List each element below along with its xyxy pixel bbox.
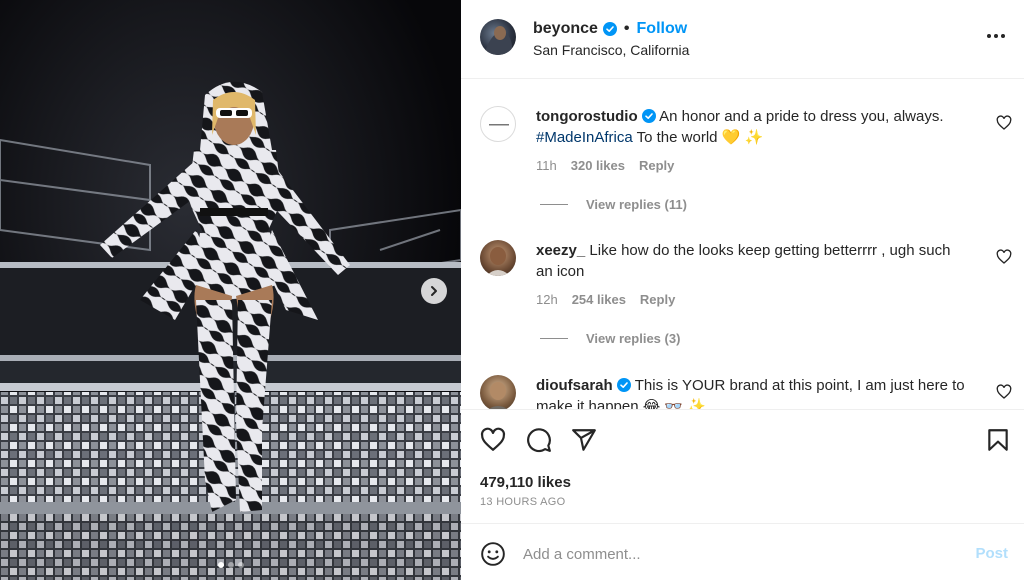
comment-like-heart-icon[interactable] bbox=[996, 249, 1012, 265]
post-comment-button[interactable]: Post bbox=[975, 545, 1008, 562]
author-row: beyonce • Follow bbox=[533, 20, 687, 38]
commenter-username[interactable]: tongorostudio bbox=[536, 108, 638, 125]
view-replies-button[interactable]: View replies (11) bbox=[540, 197, 687, 212]
view-replies-button[interactable]: View replies (3) bbox=[540, 331, 680, 346]
verified-badge-icon bbox=[602, 22, 617, 36]
comments-list[interactable]: tongorostudio An honor and a pride to dr… bbox=[461, 80, 1024, 409]
comment-text: An honor and a pride to dress you, alway… bbox=[659, 108, 944, 125]
post-photo bbox=[0, 0, 461, 580]
carousel-dot bbox=[227, 562, 234, 568]
comment-text-continued: To the world 💛 ✨ bbox=[636, 129, 764, 146]
brand-logo-icon bbox=[489, 124, 509, 126]
post-actions: 479,110 likes 13 HOURS AGO bbox=[461, 409, 1024, 523]
comment-time[interactable]: 12h bbox=[536, 292, 558, 307]
view-replies-label: View replies (11) bbox=[586, 197, 687, 212]
comment-input[interactable] bbox=[523, 540, 943, 568]
comment-meta: 12h 254 likes Reply bbox=[536, 292, 675, 307]
reply-button[interactable]: Reply bbox=[639, 158, 674, 173]
post-location[interactable]: San Francisco, California bbox=[533, 42, 689, 58]
author-username[interactable]: beyonce bbox=[533, 20, 598, 38]
emoji-icon[interactable] bbox=[480, 541, 506, 567]
hashtag-link[interactable]: #MadeInAfrica bbox=[536, 129, 633, 146]
comment-like-heart-icon[interactable] bbox=[996, 115, 1012, 131]
comment-meta: 11h 320 likes Reply bbox=[536, 158, 674, 173]
comment-body: dioufsarah This is YOUR brand at this po… bbox=[536, 375, 966, 409]
post-media[interactable] bbox=[0, 0, 461, 580]
commenter-avatar[interactable] bbox=[480, 240, 516, 276]
replies-divider-line bbox=[540, 204, 568, 205]
comment-likes[interactable]: 320 likes bbox=[571, 158, 625, 173]
comment-text: Like how do the looks keep getting bette… bbox=[536, 242, 951, 280]
comment-time[interactable]: 11h bbox=[536, 158, 557, 173]
more-horizontal-icon bbox=[987, 34, 1005, 38]
post-header: beyonce • Follow San Francisco, Californ… bbox=[461, 0, 1024, 79]
separator-dot: • bbox=[623, 20, 630, 37]
avatar-image bbox=[486, 247, 510, 276]
more-options-button[interactable] bbox=[986, 28, 1006, 39]
carousel-dot bbox=[237, 562, 244, 568]
comment-body: tongorostudio An honor and a pride to dr… bbox=[536, 106, 966, 148]
share-icon[interactable] bbox=[571, 427, 597, 453]
comment-icon[interactable] bbox=[526, 427, 552, 453]
commenter-username[interactable]: dioufsarah bbox=[536, 377, 613, 394]
add-comment-bar: Post bbox=[461, 523, 1024, 580]
avatar-image bbox=[488, 382, 508, 409]
view-replies-label: View replies (3) bbox=[586, 331, 681, 346]
post-details-panel: beyonce • Follow San Francisco, Californ… bbox=[461, 0, 1024, 580]
avatar-image bbox=[484, 26, 512, 55]
comment-like-heart-icon[interactable] bbox=[996, 384, 1012, 400]
follow-button[interactable]: Follow bbox=[637, 20, 688, 38]
comment-likes[interactable]: 254 likes bbox=[572, 292, 626, 307]
verified-badge-icon bbox=[641, 109, 656, 123]
bookmark-icon[interactable] bbox=[985, 427, 1011, 453]
commenter-avatar[interactable] bbox=[480, 106, 516, 142]
comment-body: xeezy_ Like how do the looks keep gettin… bbox=[536, 240, 966, 282]
author-avatar[interactable] bbox=[480, 19, 516, 55]
carousel-dot bbox=[217, 562, 224, 568]
replies-divider-line bbox=[540, 338, 568, 339]
carousel-indicators bbox=[0, 562, 461, 568]
verified-badge-icon bbox=[616, 378, 631, 392]
heart-icon[interactable] bbox=[480, 427, 506, 453]
commenter-avatar[interactable] bbox=[480, 375, 516, 409]
chevron-right-icon bbox=[431, 286, 437, 296]
next-slide-button[interactable] bbox=[421, 278, 447, 304]
commenter-username[interactable]: xeezy_ bbox=[536, 242, 585, 259]
post-timestamp[interactable]: 13 HOURS AGO bbox=[480, 496, 566, 508]
likes-count[interactable]: 479,110 likes bbox=[480, 474, 571, 491]
reply-button[interactable]: Reply bbox=[640, 292, 675, 307]
